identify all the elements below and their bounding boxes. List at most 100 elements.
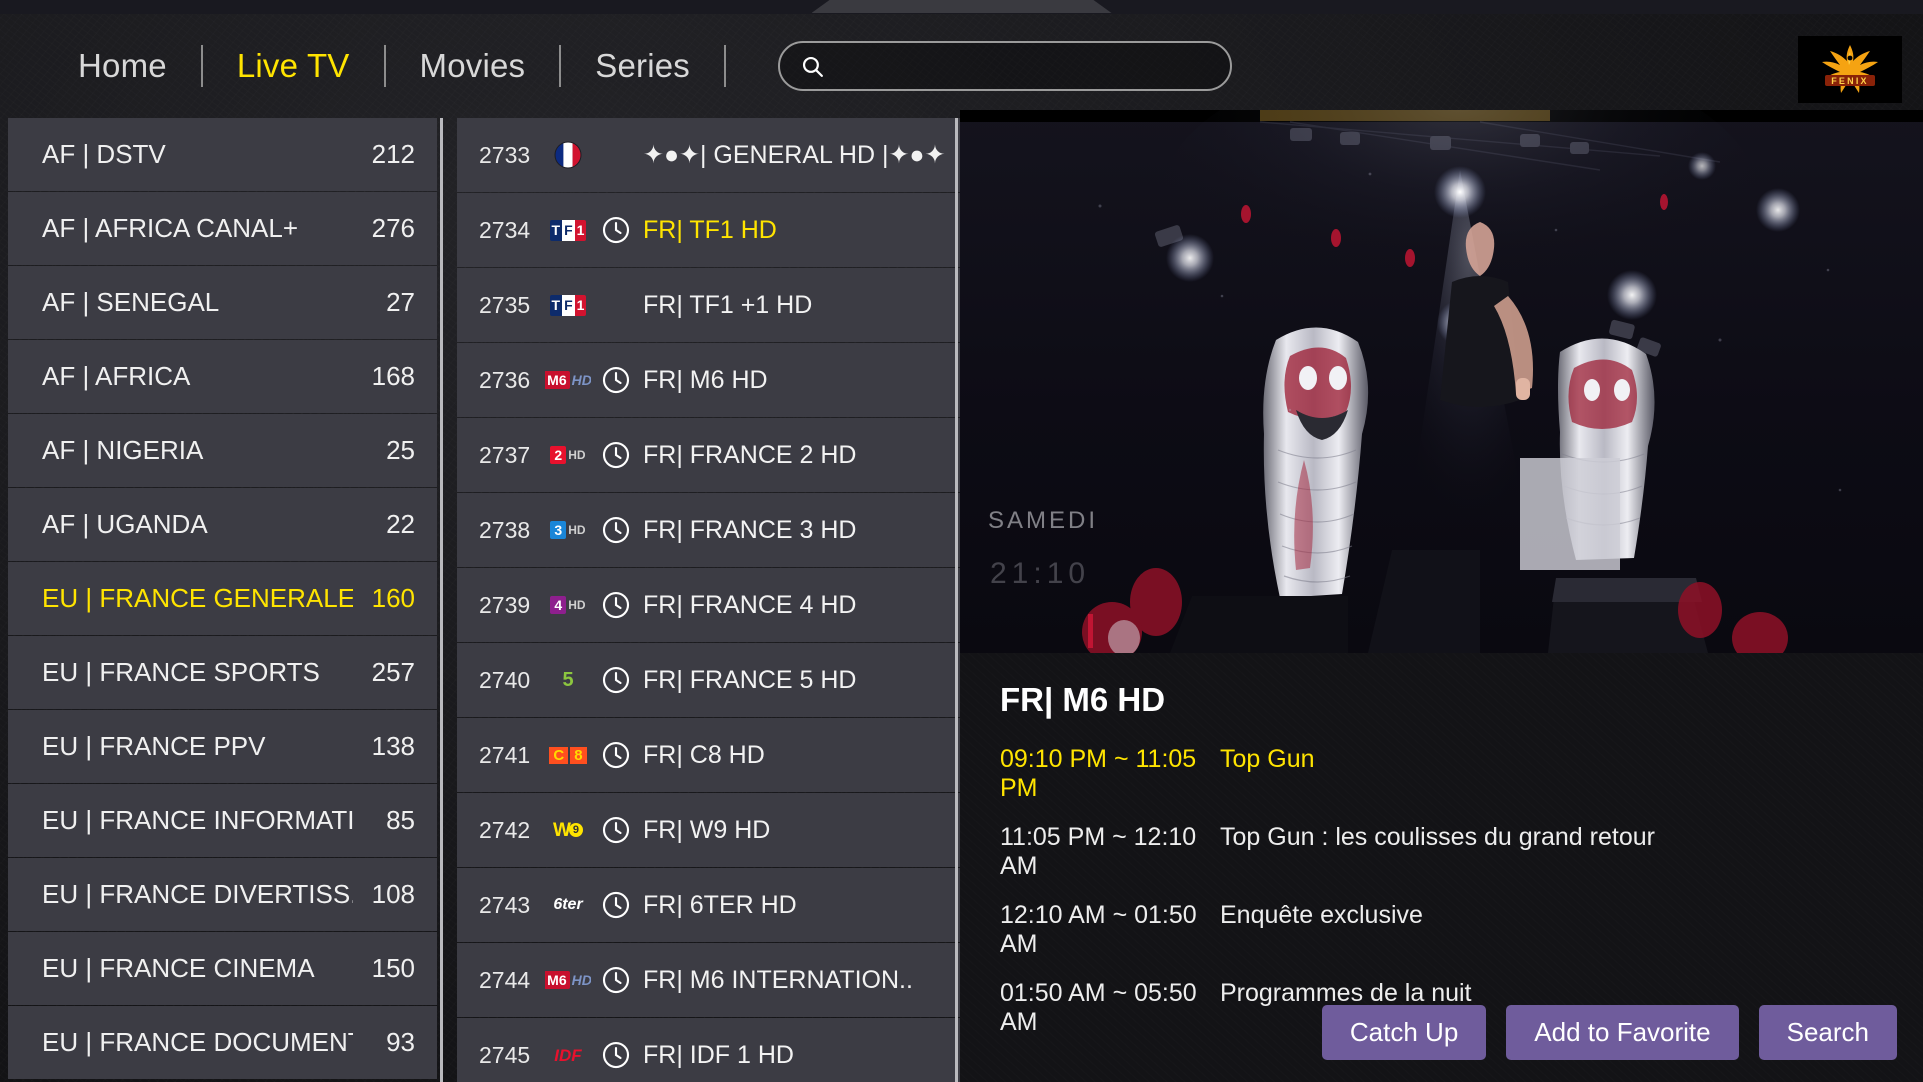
channel-name: FR| TF1 +1 HD — [643, 290, 813, 319]
channel-number: 2742 — [479, 816, 531, 843]
category-name: EU | FRANCE DOCUMENT.. — [42, 1027, 353, 1057]
main-navigation: Home Live TV Movies Series — [44, 45, 726, 87]
channel-number: 2745 — [479, 1041, 531, 1068]
add-to-favorite-button[interactable]: Add to Favorite — [1506, 1005, 1739, 1060]
channel-row[interactable]: 2738 3 HD FR| FRANCE 3 HD — [457, 493, 960, 567]
category-count: 138 — [371, 731, 415, 761]
clock-icon — [601, 215, 631, 245]
france4-logo: 4 HD — [545, 590, 591, 620]
channel-row[interactable]: 2734 T F 1 FR| TF1 HD — [457, 193, 960, 267]
epg-program-time: 12:10 AM ~ 01:50 AM — [1000, 901, 1197, 958]
category-row[interactable]: EU | FRANCE DIVERTISS.. 108 — [8, 858, 437, 931]
channel-number: 2734 — [479, 216, 531, 243]
channel-row[interactable]: 2733 ✦●✦| GENERAL HD |✦●✦ — [457, 118, 960, 192]
idf-logo: IDF — [554, 1045, 582, 1065]
clock-icon — [601, 440, 631, 470]
search-box[interactable] — [778, 41, 1232, 91]
france2-logo: 2 HD — [545, 440, 591, 470]
category-row[interactable]: EU | FRANCE GENERALE 160 — [8, 562, 437, 635]
category-count: 168 — [371, 361, 415, 391]
svg-text:FENIX: FENIX — [1831, 76, 1869, 86]
epg-program-title: Top Gun : les coulisses du grand retour — [1220, 823, 1655, 851]
category-count: 257 — [371, 657, 415, 687]
nav-item-live-tv[interactable]: Live TV — [203, 47, 384, 85]
channel-number: 2737 — [479, 441, 531, 468]
flag-france-icon — [545, 140, 591, 170]
epg-program-time: 09:10 PM ~ 11:05 PM — [1000, 745, 1197, 802]
channel-row[interactable]: 2742 W 9 FR| W9 HD — [457, 793, 960, 867]
clock-icon — [601, 890, 631, 920]
epg-program-row[interactable]: 12:10 AM ~ 01:50 AM Enquête exclusive — [1000, 901, 1889, 959]
category-count: 150 — [371, 953, 415, 983]
catch-up-button[interactable]: Catch Up — [1321, 1005, 1487, 1060]
channel-row[interactable]: 2744 M6 HD FR| M6 INTERNATION.. — [457, 943, 960, 1017]
nav-item-home[interactable]: Home — [44, 47, 201, 85]
category-row[interactable]: EU | FRANCE DOCUMENT.. 93 — [8, 1006, 437, 1079]
clock-icon — [601, 815, 631, 845]
category-count: 108 — [371, 879, 415, 909]
video-preview[interactable]: SAMEDI 21:10 — [960, 110, 1923, 653]
channel-scrollbar[interactable] — [955, 118, 958, 1082]
category-scrollbar[interactable] — [440, 118, 443, 1082]
category-row[interactable]: AF | AFRICA CANAL+ 276 — [8, 192, 437, 265]
clock-icon — [601, 1040, 631, 1070]
tf1-logo: TF1 — [545, 290, 591, 320]
france3-logo: 3 HD — [545, 515, 591, 545]
app-logo: FENIX — [1798, 36, 1902, 103]
channel-row[interactable]: 2736 M6 HD FR| M6 HD — [457, 343, 960, 417]
channel-row[interactable]: 2741 C 8 FR| C8 HD — [457, 718, 960, 792]
channel-row[interactable]: 2735 T F 1 FR| TF1 +1 HD — [457, 268, 960, 342]
search-input[interactable] — [839, 53, 1210, 79]
category-name: EU | FRANCE PPV — [42, 731, 266, 761]
category-count: 22 — [386, 509, 415, 539]
broadcast-time-overlay: 21:10 — [990, 557, 1091, 590]
action-buttons: Catch Up Add to Favorite Search — [1321, 1005, 1897, 1060]
category-name: EU | FRANCE DIVERTISS.. — [42, 879, 353, 909]
channel-name: FR| FRANCE 2 HD — [643, 440, 857, 469]
preview-and-epg-pane: SAMEDI 21:10 FR| M6 HD 09:10 PM ~ 11:05 … — [960, 110, 1923, 1082]
channel-number: 2736 — [479, 366, 531, 393]
w9-logo: W9 — [545, 815, 591, 845]
category-row[interactable]: AF | SENEGAL 27 — [8, 266, 437, 339]
category-row[interactable]: AF | DSTV 212 — [8, 118, 437, 191]
category-name: EU | FRANCE INFORMATI.. — [42, 805, 353, 835]
epg-program-row[interactable]: 11:05 PM ~ 12:10 AM Top Gun : les couliss… — [1000, 823, 1889, 881]
m6-hd-logo: M6 HD — [545, 365, 591, 395]
clock-icon — [601, 590, 631, 620]
nav-item-movies[interactable]: Movies — [386, 47, 560, 85]
epg-program-row[interactable]: 09:10 PM ~ 11:05 PM Top Gun — [1000, 745, 1889, 803]
broadcast-day-overlay: SAMEDI — [988, 507, 1099, 534]
clock-icon — [601, 515, 631, 545]
channel-number: 2739 — [479, 591, 531, 618]
category-count: 276 — [371, 213, 415, 243]
category-row[interactable]: EU | FRANCE INFORMATI.. 85 — [8, 784, 437, 857]
channel-row[interactable]: 2745 IDF FR| IDF 1 HD — [457, 1018, 960, 1082]
category-count: 85 — [386, 805, 415, 835]
category-row[interactable]: EU | FRANCE CINEMA 150 — [8, 932, 437, 1005]
channel-name: FR| 6TER HD — [643, 890, 797, 919]
channel-name: FR| FRANCE 3 HD — [643, 515, 857, 544]
category-count: 212 — [371, 139, 415, 169]
channel-name: ✦●✦| GENERAL HD |✦●✦ — [643, 141, 946, 169]
category-name: EU | FRANCE SPORTS — [42, 657, 320, 687]
category-row[interactable]: AF | AFRICA 168 — [8, 340, 437, 413]
channel-list[interactable]: 2733 ✦●✦| GENERAL HD |✦●✦ 2734 T F 1 FR| TF1 H… — [447, 118, 960, 1082]
channel-row[interactable]: 2743 6ter FR| 6TER HD — [457, 868, 960, 942]
search-button[interactable]: Search — [1758, 1005, 1897, 1060]
france5-logo: 5 — [562, 669, 574, 691]
channel-row[interactable]: 2737 2 HD FR| FRANCE 2 HD — [457, 418, 960, 492]
epg-program-title: Programmes de la nuit — [1220, 979, 1472, 1007]
channel-row[interactable]: 2739 4 HD FR| FRANCE 4 HD — [457, 568, 960, 642]
category-list[interactable]: AF | DSTV 212 AF | AFRICA CANAL+ 276 AF | SE… — [0, 118, 437, 1082]
category-row[interactable]: AF | NIGERIA 25 — [8, 414, 437, 487]
category-name: AF | DSTV — [42, 139, 166, 169]
category-row[interactable]: EU | FRANCE SPORTS 257 — [8, 636, 437, 709]
category-row[interactable]: EU | FRANCE PPV 138 — [8, 710, 437, 783]
epg-channel-title: FR| M6 HD — [1000, 681, 1166, 718]
search-icon — [800, 54, 825, 79]
epg-program-list: 09:10 PM ~ 11:05 PM Top Gun 11:05 PM ~ 12:… — [1000, 745, 1889, 1037]
channel-row[interactable]: 2740 5 FR| FRANCE 5 HD — [457, 643, 960, 717]
nav-item-series[interactable]: Series — [561, 47, 724, 85]
category-row[interactable]: AF | UGANDA 22 — [8, 488, 437, 561]
channel-number: 2735 — [479, 291, 531, 318]
